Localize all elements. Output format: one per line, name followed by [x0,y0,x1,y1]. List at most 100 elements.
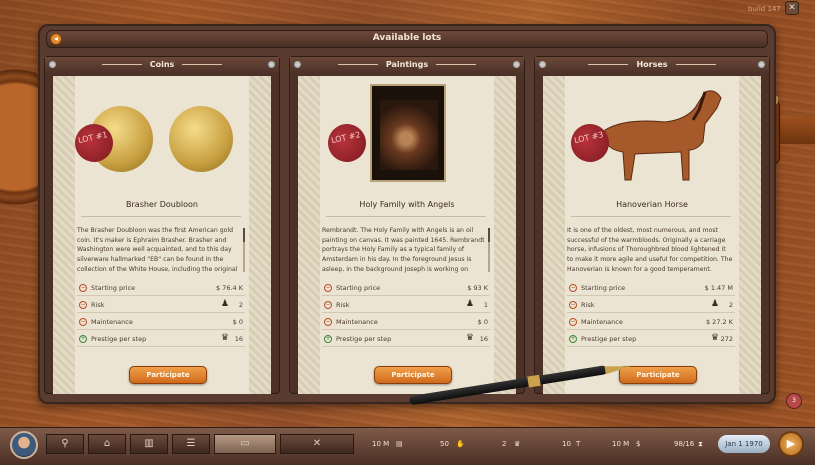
hand-icon: ✋ [456,440,465,448]
stat-label: Risk [336,301,350,309]
stat-label: Starting price [91,284,136,292]
shield-icon[interactable]: ⚲ [46,434,84,454]
stat-value: 1 [483,301,488,309]
hourglass-icon: ⧗ [698,440,703,448]
play-icon[interactable]: ▶ [778,431,804,457]
stat-starting-price: − Starting price $ 1.47 M [567,280,735,296]
lot-image-paintings: LOT #2 [320,80,494,190]
stat-value: $ 1.47 M [704,284,733,292]
lot-description: The Brasher Doubloon was the first Ameri… [77,227,238,273]
lot-image-horses: LOT #3 [565,80,739,190]
card-paper: LOT #1 Brasher Doubloon The Brasher Doub… [53,76,271,394]
stat-risk: − Risk ♟ 1 [322,297,490,313]
panel-title: Available lots [372,33,442,43]
card-paper: LOT #3 Hanoverian Horse It is one of the… [543,76,761,394]
notification-badge[interactable]: 3 [786,393,802,409]
plus-icon: + [569,335,577,343]
bed-icon[interactable]: ▭ [214,434,276,454]
crowns-stat: 2 [502,440,507,448]
paper-ornament [53,76,75,394]
paper-ornament [739,76,761,394]
stat-label: Maintenance [336,318,378,326]
pen-ring [527,374,541,388]
paper-ornament [494,76,516,394]
crown-icon: ♛ [514,440,521,448]
stat-label: Risk [581,301,595,309]
stat-value: $ 0 [232,318,243,326]
cards-stat: 50 [440,440,449,448]
stat-value: $ 76.4 K [215,284,243,292]
player-avatar[interactable] [10,431,38,459]
lot-image-coins: LOT #1 [71,80,249,190]
minus-icon: − [79,284,87,292]
gavel-handle [774,118,815,144]
paper-ornament [298,76,320,394]
resource-strip: 10 M ▤ 50 ✋ 2 ♛ 10 T 10 M $ 98/16 ⧗ [360,436,738,454]
bank-icon[interactable]: ⌂ [88,434,126,454]
stat-value: $ 0 [477,318,488,326]
stat-value: 2 [728,301,733,309]
painting-frame [370,84,446,182]
card-paper: LOT #2 Holy Family with Angels Rembrandt… [298,76,516,394]
document-icon: ▤ [396,440,403,448]
stat-value: 16 [234,335,243,343]
rivet-icon [513,61,520,68]
coin-reverse-image [169,106,233,172]
paper-ornament [249,76,271,394]
paper-ornament [543,76,565,394]
panel-header: ◂ Available lots [46,30,768,48]
stat-value: 16 [479,335,488,343]
scrollbar-thumb[interactable] [243,228,245,242]
minus-icon: − [79,318,87,326]
plus-icon: + [79,335,87,343]
rivet-icon [758,61,765,68]
stat-starting-price: − Starting price $ 93 K [322,280,490,296]
card-header: Paintings [290,57,524,74]
minus-icon: − [324,284,332,292]
network-icon[interactable]: ✕ [280,434,354,454]
stat-prestige: + Prestige per step ♛ 16 [322,331,490,347]
money-stat: 10 M [372,440,390,448]
person-icon: ♟ [465,299,474,309]
stat-label: Maintenance [581,318,623,326]
stat-maintenance: − Maintenance $ 27.2 K [567,314,735,330]
lot-card-paintings: Paintings LOT #2 Holy Family with Angels… [289,56,525,394]
stat-prestige: + Prestige per step ♛ 272 [567,331,735,347]
lot-seal: LOT #2 [324,120,370,166]
build-label: build 147 [748,5,781,13]
available-lots-panel: ◂ Available lots Coins LOT #1 Brasher Do… [38,24,776,404]
painting-image [380,100,438,170]
close-icon[interactable]: ✕ [785,1,799,15]
divider [81,216,241,217]
lot-name: Holy Family with Angels [359,200,455,209]
money2-stat: 10 M [612,440,630,448]
stat-label: Prestige per step [581,335,637,343]
cabinet-icon[interactable]: ☰ [172,434,210,454]
divider [571,216,731,217]
lot-card-horses: Horses LOT #3 Hanoverian Horse It is one… [534,56,770,394]
lot-name: Brasher Doubloon [126,200,198,209]
person-icon: ♟ [710,299,719,309]
minus-icon: − [324,318,332,326]
participate-button[interactable]: Participate [374,366,452,384]
card-header: Horses [535,57,769,74]
lot-description: Rembrandt. The Holy Family with Angels i… [322,227,485,273]
chart-icon[interactable]: ▥ [130,434,168,454]
stat-maintenance: − Maintenance $ 0 [322,314,490,330]
stat-risk: − Risk ♟ 2 [77,297,245,313]
person-icon: ♟ [220,299,229,309]
card-header: Coins [45,57,279,74]
card-category: Coins [45,60,279,69]
t-icon: T [576,440,581,448]
stat-value: 272 [720,335,733,343]
card-category: Horses [535,60,769,69]
stat-value: 2 [238,301,243,309]
stat-value: $ 93 K [467,284,488,292]
scrollbar-thumb[interactable] [488,228,490,242]
lot-description: It is one of the oldest, most numerous, … [567,227,733,273]
divider [326,216,486,217]
participate-button[interactable]: Participate [129,366,207,384]
stat-label: Prestige per step [336,335,392,343]
minus-icon: − [569,318,577,326]
stat-starting-price: − Starting price $ 76.4 K [77,280,245,296]
